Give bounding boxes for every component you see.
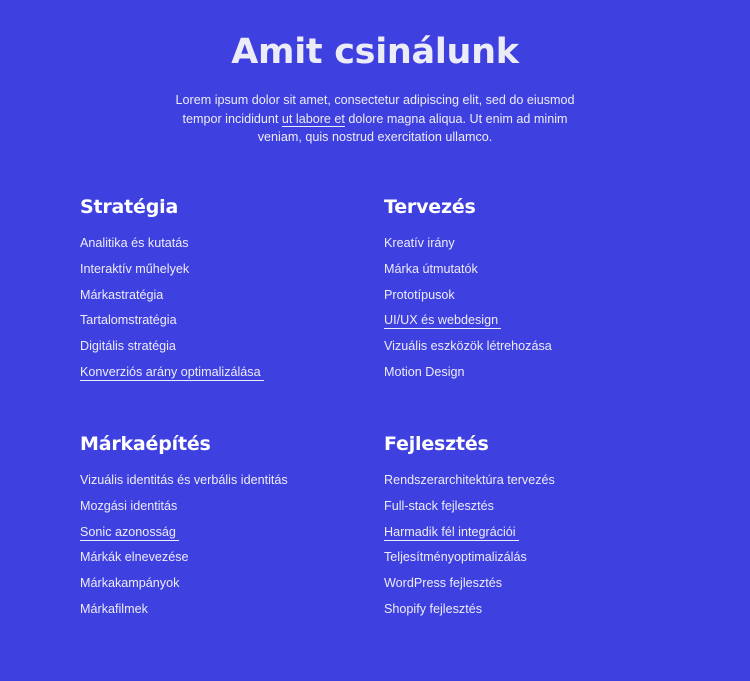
service-label: Analitika és kutatás	[80, 236, 189, 250]
service-item: Vizuális eszközök létrehozása	[384, 338, 552, 364]
service-item: Rendszerarchitektúra tervezés	[384, 472, 555, 498]
service-label: WordPress fejlesztés	[384, 576, 503, 591]
section-title: Márkaépítés	[80, 433, 211, 455]
section-title: Fejlesztés	[384, 433, 489, 455]
service-label: Motion Design	[384, 364, 465, 379]
service-item: Analitika és kutatás	[80, 235, 264, 261]
service-label: Vizuális identitás és verbális identitás	[80, 473, 288, 487]
service-label: Teljesítményoptimalizálás	[384, 550, 527, 565]
service-label: Márkafilmek	[80, 601, 148, 616]
service-label: Márkák elnevezése	[80, 550, 189, 565]
intro-link[interactable]: ut labore et	[282, 112, 345, 126]
service-link[interactable]: UI/UX és webdesign	[384, 313, 502, 330]
service-item: Márkakampányok	[80, 575, 288, 601]
service-label: Prototípusok	[384, 287, 455, 302]
service-item: Márkák elnevezése	[80, 549, 288, 575]
service-label: Tartalomstratégia	[80, 313, 177, 328]
service-item: Márkastratégia	[80, 287, 264, 313]
service-label: Rendszerarchitektúra tervezés	[384, 473, 555, 487]
service-label: Márka útmutatók	[384, 261, 478, 276]
service-item: Márkafilmek	[80, 601, 288, 627]
section-fejlesztes: Fejlesztés Rendszerarchitektúra tervezés…	[384, 431, 684, 616]
service-item: Prototípusok	[384, 287, 552, 313]
page-title: Amit csinálunk	[231, 32, 519, 72]
service-list: Vizuális identitás és verbális identitás…	[80, 472, 288, 627]
service-link-item[interactable]: Sonic azonosság	[80, 524, 288, 550]
service-item: Teljesítményoptimalizálás	[384, 549, 555, 575]
section-title: Tervezés	[384, 196, 476, 218]
service-item: WordPress fejlesztés	[384, 575, 555, 601]
service-label: Full-stack fejlesztés	[384, 498, 494, 513]
service-link-item[interactable]: Harmadik fél integrációi	[384, 524, 555, 550]
service-link[interactable]: Harmadik fél integrációi	[384, 524, 519, 541]
service-label: Digitális stratégia	[80, 339, 176, 354]
service-item: Mozgási identitás	[80, 498, 288, 524]
service-item: Interaktív műhelyek	[80, 261, 264, 287]
service-item: Shopify fejlesztés	[384, 601, 555, 627]
service-label: Márkastratégia	[80, 287, 164, 302]
service-list: Rendszerarchitektúra tervezés Full-stack …	[384, 472, 555, 627]
service-item: Motion Design	[384, 364, 552, 390]
service-label: Mozgási identitás	[80, 498, 178, 513]
section-markaepites: Márkaépítés Vizuális identitás és verbál…	[80, 431, 380, 616]
section-title: Stratégia	[80, 196, 179, 218]
service-link-item[interactable]: Konverziós arány optimalizálása	[80, 364, 264, 390]
service-item: Full-stack fejlesztés	[384, 498, 555, 524]
service-label: Márkakampányok	[80, 576, 180, 591]
service-link[interactable]: Konverziós arány optimalizálása	[80, 364, 264, 381]
service-list: Analitika és kutatás Interaktív műhelyek M…	[80, 235, 264, 390]
service-label: Vizuális eszközök létrehozása	[384, 339, 552, 354]
intro-paragraph: Lorem ipsum dolor sit amet, consectetur …	[175, 91, 575, 147]
service-label: Interaktív műhelyek	[80, 261, 190, 276]
service-link-item[interactable]: UI/UX és webdesign	[384, 312, 552, 338]
section-strategia: Stratégia Analitika és kutatás Interaktív…	[80, 194, 380, 381]
service-item: Kreatív irány	[384, 235, 552, 261]
service-item: Márka útmutatók	[384, 261, 552, 287]
section-tervezes: Tervezés Kreatív irány Márka útmutatók Pro…	[384, 194, 684, 379]
service-label: Shopify fejlesztés	[384, 601, 483, 616]
service-item: Vizuális identitás és verbális identitás	[80, 472, 288, 498]
service-item: Digitális stratégia	[80, 338, 264, 364]
service-item: Tartalomstratégia	[80, 312, 264, 338]
service-label: Kreatív irány	[384, 236, 455, 250]
service-link[interactable]: Sonic azonosság	[80, 524, 179, 541]
service-list: Kreatív irány Márka útmutatók Prototípusok…	[384, 235, 552, 390]
